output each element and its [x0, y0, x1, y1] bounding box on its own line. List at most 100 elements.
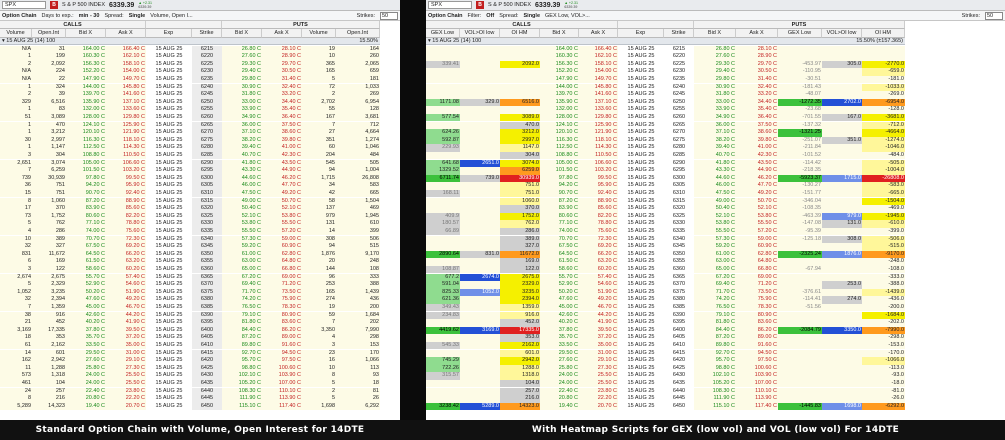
right-cell-bid-x[interactable]: 95.70 C	[694, 357, 736, 365]
left-cell-ask-x[interactable]: 78.30 C	[262, 303, 302, 312]
right-cell-gex-low[interactable]	[426, 53, 460, 61]
right-cell-bid-x[interactable]: 147.90 C	[540, 75, 579, 84]
right-cell-strike[interactable]: 6320	[664, 205, 694, 213]
right-cell-bid-x[interactable]: 67.50 C	[540, 243, 579, 251]
left-cell-bid-x[interactable]: 24.00 C	[66, 372, 106, 380]
left-cell-strike[interactable]: 6250	[192, 98, 222, 107]
left-cell-bid-x[interactable]: 116.30 C	[66, 136, 106, 145]
left-cell-volume[interactable]: 7	[302, 121, 336, 130]
right-cell-strike[interactable]: 6415	[664, 349, 694, 358]
left-cell-ask-x[interactable]: 85.60 C	[106, 205, 146, 213]
left-cell-open-int[interactable]: 18	[336, 379, 380, 388]
left-cell-bid-x[interactable]: 36.00 C	[222, 121, 262, 130]
right-cell-vol-oi-low[interactable]	[822, 258, 862, 266]
left-cell-volume[interactable]: 4	[0, 227, 32, 236]
right-cell-exp[interactable]: 15 AUG 25	[618, 151, 664, 160]
right-cell-bid-x[interactable]: 50.40 C	[694, 205, 736, 213]
left-cell-ask-x[interactable]: 121.90 C	[106, 129, 146, 137]
left-cell-ask-x[interactable]: 25.50 C	[106, 379, 146, 388]
left-cell-bid-x[interactable]: 105.20 C	[222, 379, 262, 388]
right-cell-ask-x[interactable]: 92.40 C	[579, 189, 618, 198]
left-cell-bid-x[interactable]: 97.80 C	[66, 174, 106, 183]
right-cell-gex-low[interactable]	[778, 341, 822, 350]
right-cell-vol-oi-low[interactable]	[822, 273, 862, 282]
left-cell-volume[interactable]: 34	[302, 182, 336, 190]
left-cell-exp[interactable]: 15 AUG 25	[146, 197, 192, 206]
left-cell-exp[interactable]: 15 AUG 25	[146, 349, 192, 358]
right-cell-vol-oi-low[interactable]	[822, 182, 862, 190]
right-cell-exp[interactable]: 15 AUG 25	[618, 53, 664, 61]
left-cell-ask-x[interactable]: 38.60 C	[262, 129, 302, 137]
right-cell-vol-oi-low[interactable]	[460, 296, 500, 304]
right-cell-bid-x[interactable]: 135.90 C	[540, 98, 579, 107]
left-cell-open-int[interactable]: 39	[32, 91, 66, 99]
right-cell-vol-oi-low[interactable]: 167.0	[822, 113, 862, 122]
right-table-row[interactable]: 2890.64 831.0 11672.0 64.50 C 66.20 C 15 AUG …	[426, 250, 905, 259]
right-col-header-vol-oi-low[interactable]: VOL>OI low	[822, 29, 862, 38]
right-cell-ask-x[interactable]: 31.00 C	[579, 349, 618, 358]
left-cell-volume[interactable]: 61	[0, 341, 32, 350]
left-cell-strike[interactable]: 6425	[192, 364, 222, 373]
left-cell-open-int[interactable]: 286	[32, 227, 66, 236]
right-cell-vol-oi-low[interactable]: 308.0	[822, 235, 862, 244]
right-cell-oi-hm[interactable]: -4664.0	[862, 129, 905, 137]
left-cell-ask-x[interactable]: 55.50 C	[262, 220, 302, 228]
left-cell-bid-x[interactable]: 69.40 C	[222, 281, 262, 289]
left-cell-open-int[interactable]: 370	[32, 205, 66, 213]
right-cell-gex-low[interactable]: -67.94	[778, 265, 822, 274]
right-cell-ask-x[interactable]: 41.90 C	[579, 319, 618, 327]
left-cell-bid-x[interactable]: 64.50 C	[66, 250, 106, 259]
right-cell-vol-oi-low[interactable]: 274.0	[822, 296, 862, 304]
right-cell-oi-hm[interactable]: 1288.0	[500, 364, 540, 373]
left-cell-strike[interactable]: 6340	[192, 235, 222, 244]
left-cell-volume[interactable]: 2	[302, 91, 336, 99]
left-cell-open-int[interactable]: 298	[336, 334, 380, 342]
right-cell-ask-x[interactable]: 22.20 C	[579, 395, 618, 403]
left-cell-open-int[interactable]: 93	[336, 372, 380, 380]
right-cell-gex-low[interactable]: 3238.42	[426, 402, 460, 411]
right-cell-vol-oi-low[interactable]	[822, 319, 862, 327]
left-cell-volume[interactable]: 308	[302, 235, 336, 244]
right-table-row[interactable]: 641.68 2651.0 3074.0 105.00 C 106.60 C 15 AUG…	[426, 159, 905, 168]
right-table-row[interactable]: 3238.42 5289.0 14323.0 19.40 C 20.70 C 15 AUG…	[426, 402, 905, 411]
right-cell-exp[interactable]: 15 AUG 25	[618, 227, 664, 236]
left-cell-bid-x[interactable]: 22.40 C	[66, 387, 106, 396]
right-cell-exp[interactable]: 15 AUG 25	[618, 326, 664, 335]
right-table-row[interactable]: 164.00 C 166.40 C 15 AUG 25 6215 26.80 C 28.1…	[426, 45, 905, 54]
left-cell-open-int[interactable]: 3,235	[32, 288, 66, 297]
left-cell-bid-x[interactable]: 87.20 C	[66, 197, 106, 206]
left-cell-ask-x[interactable]: 82.20 C	[106, 212, 146, 221]
right-cell-gex-low[interactable]: 168.11	[426, 189, 460, 198]
right-cell-oi-hm[interactable]: -2770.0	[862, 60, 905, 69]
right-cell-bid-x[interactable]: 87.20 C	[694, 334, 736, 342]
right-cell-bid-x[interactable]: 65.00 C	[694, 265, 736, 274]
left-cell-open-int[interactable]: 216	[32, 395, 66, 403]
left-cell-bid-x[interactable]: 83.90 C	[66, 205, 106, 213]
left-cell-open-int[interactable]: 1,439	[336, 288, 380, 297]
left-cell-ask-x[interactable]: 29.10 C	[106, 357, 146, 365]
left-cell-ask-x[interactable]: 75.60 C	[106, 227, 146, 236]
right-cell-bid-x[interactable]: 128.00 C	[540, 113, 579, 122]
right-cell-strike[interactable]: 6235	[664, 75, 694, 84]
right-table-row[interactable]: 370.0 83.90 C 85.60 C 15 AUG 25 6320 50.40 C5…	[426, 205, 905, 213]
left-table-row[interactable]: 3 304 108.80 C 110.50 C 15 AUG 25 6285 40.70 C…	[0, 151, 380, 160]
right-cell-bid-x[interactable]: 124.10 C	[540, 121, 579, 130]
right-cell-vol-oi-low[interactable]	[460, 387, 500, 396]
right-cell-bid-x[interactable]: 80.60 C	[540, 212, 579, 221]
right-cell-bid-x[interactable]: 41.80 C	[694, 159, 736, 168]
right-tab-option-chain[interactable]: Option Chain	[428, 13, 463, 19]
left-cell-open-int[interactable]: 659	[336, 68, 380, 76]
right-cell-strike[interactable]: 6270	[664, 129, 694, 137]
right-cell-strike[interactable]: 6285	[664, 151, 694, 160]
right-cell-exp[interactable]: 15 AUG 25	[618, 395, 664, 403]
left-cell-strike[interactable]: 6325	[192, 212, 222, 221]
right-cell-ask-x[interactable]: 33.20 C	[736, 91, 778, 99]
right-cell-strike[interactable]: 6405	[664, 334, 694, 342]
left-cell-volume[interactable]: 461	[0, 379, 32, 388]
right-expiration-row[interactable]: ▾ 15 AUG 25 (14) 100 15.50% (±157.365)	[426, 38, 905, 45]
right-cell-strike[interactable]: 6380	[664, 296, 694, 304]
left-cell-open-int[interactable]: 1,945	[336, 212, 380, 221]
right-cell-gex-low[interactable]: -125.18	[778, 235, 822, 244]
left-cell-volume[interactable]: 2,674	[0, 273, 32, 282]
right-cell-exp[interactable]: 15 AUG 25	[618, 319, 664, 327]
